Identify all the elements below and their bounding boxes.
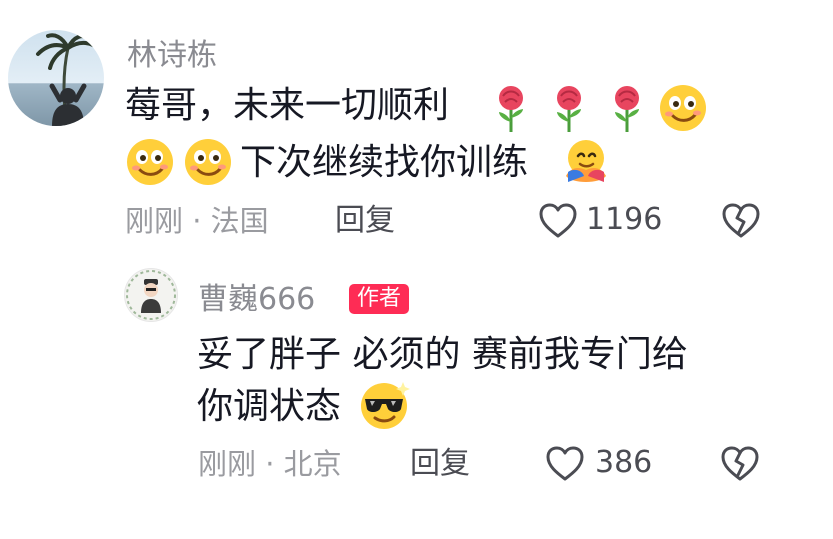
reply-reply-button[interactable]: 回复 bbox=[410, 446, 470, 482]
comment-time: 刚刚 bbox=[125, 204, 184, 238]
hug-emoji bbox=[566, 140, 606, 182]
comment-author-name[interactable]: 林诗栋 bbox=[127, 38, 217, 74]
author-badge: 作者 bbox=[349, 284, 410, 314]
smiling-face-emoji bbox=[660, 85, 706, 131]
reply-location: 北京 bbox=[283, 447, 342, 481]
rose-emoji bbox=[615, 86, 639, 132]
reply-like-button[interactable]: 386 bbox=[545, 443, 665, 485]
avatar-photo bbox=[36, 33, 102, 126]
smiling-face-emoji bbox=[127, 139, 173, 185]
comment-emoji-row-1 bbox=[487, 82, 717, 134]
comment-text-segment-1: 莓哥，未来一切顺利 bbox=[125, 85, 450, 126]
meta-separator: · bbox=[265, 447, 275, 481]
reply-author-name[interactable]: 曹巍666 bbox=[198, 282, 315, 318]
comment-text-segment-2: 下次继续找你训练 bbox=[240, 142, 529, 183]
comment-emoji-row-2 bbox=[124, 136, 236, 188]
heart-outline-icon bbox=[539, 203, 577, 238]
reply-meta: 刚刚 · 北京 bbox=[198, 446, 342, 482]
comment-reply-button[interactable]: 回复 bbox=[335, 203, 395, 239]
reply-time: 刚刚 bbox=[198, 447, 257, 481]
reply-like-count: 386 bbox=[595, 445, 653, 480]
avatar-illustration bbox=[126, 270, 176, 320]
comment-like-button[interactable]: 1196 bbox=[538, 200, 663, 242]
smiling-face-emoji bbox=[185, 139, 231, 185]
broken-heart-icon[interactable] bbox=[721, 202, 761, 240]
commenter-avatar[interactable] bbox=[8, 30, 104, 126]
comment-location: 法国 bbox=[210, 204, 269, 238]
reply-text-line-1: 妥了胖子 必须的 赛前我专门给 bbox=[197, 334, 688, 375]
cool-sunglasses-emoji bbox=[361, 382, 410, 429]
heart-outline-icon bbox=[546, 446, 584, 481]
reply-author-avatar[interactable] bbox=[124, 268, 178, 322]
comment-text-line-2: 下次继续找你训练 bbox=[240, 141, 528, 185]
comment-like-count: 1196 bbox=[586, 202, 663, 237]
rose-emoji bbox=[499, 86, 523, 132]
comment-meta: 刚刚 · 法国 bbox=[125, 203, 269, 239]
reply-text-line-2: 你调状态 bbox=[197, 386, 342, 427]
meta-separator: · bbox=[192, 204, 202, 238]
comment-text-line-1: 莓哥，未来一切顺利 bbox=[125, 84, 449, 128]
rose-emoji bbox=[557, 86, 581, 132]
broken-heart-icon[interactable] bbox=[720, 445, 760, 483]
